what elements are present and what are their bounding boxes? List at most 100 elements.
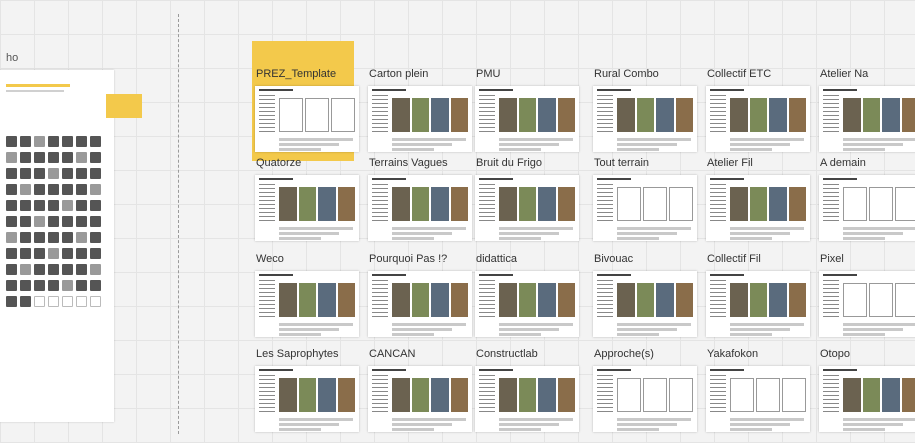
portrait-thumbnail [76, 152, 87, 163]
project-slide-thumbnail[interactable] [706, 271, 810, 337]
slide-title-line [479, 89, 513, 91]
project-slide-thumbnail[interactable] [819, 86, 915, 152]
photo-frame [895, 187, 915, 221]
photo-frame [411, 187, 429, 221]
photo-frame [518, 187, 536, 221]
project-slide-thumbnail[interactable] [706, 86, 810, 152]
project-slide-thumbnail[interactable] [368, 175, 472, 241]
photo-frame [499, 283, 517, 317]
project-slide-thumbnail[interactable] [475, 271, 579, 337]
board-divider [178, 14, 179, 434]
portrait-thumbnail [90, 296, 101, 307]
project-slide-thumbnail[interactable] [593, 175, 697, 241]
slide-title-line [823, 89, 857, 91]
left-board-heading [6, 84, 70, 87]
project-name: PREZ_Template [256, 68, 337, 80]
project-slide-thumbnail[interactable] [706, 175, 810, 241]
photo-frame [499, 187, 517, 221]
slide-photos [499, 283, 575, 317]
slide-photos [392, 378, 468, 412]
photo-frame [450, 283, 468, 317]
project-slide-thumbnail[interactable] [368, 271, 472, 337]
project-name: Yakafokon [707, 348, 759, 360]
project-slide-thumbnail[interactable] [819, 271, 915, 337]
slide-title-line [372, 178, 406, 180]
left-board-frame[interactable] [0, 70, 114, 422]
portrait-thumbnail [90, 264, 101, 275]
project-name: Les Saprophytes [256, 348, 339, 360]
slide-caption-line [843, 148, 885, 151]
slide-caption-line [730, 323, 804, 326]
photo-frame [617, 187, 641, 221]
photo-frame [518, 283, 536, 317]
slide-photos [279, 283, 355, 317]
portrait-thumbnail [6, 136, 17, 147]
slide-caption-line [730, 227, 804, 230]
photo-frame [862, 98, 880, 132]
slide-caption-line [279, 428, 321, 431]
slide-title-line [710, 274, 744, 276]
portrait-thumbnail [48, 184, 59, 195]
photo-frame [788, 283, 806, 317]
portrait-thumbnail [62, 216, 73, 227]
project-slide-thumbnail[interactable] [706, 366, 810, 432]
photo-frame [538, 283, 556, 317]
project-slide-thumbnail[interactable] [255, 271, 359, 337]
slide-photos [617, 98, 693, 132]
project-slide-thumbnail[interactable] [475, 175, 579, 241]
slide-caption-line [617, 148, 659, 151]
slide-caption-line [617, 418, 691, 421]
photo-frame [769, 283, 787, 317]
slide-caption-line [730, 333, 772, 336]
portrait-thumbnail [62, 248, 73, 259]
sticky-note[interactable] [106, 94, 142, 118]
slide-text-block [259, 184, 275, 222]
project-slide-thumbnail[interactable] [475, 86, 579, 152]
photo-frame [431, 378, 449, 412]
slide-caption-line [499, 138, 573, 141]
project-slide-thumbnail[interactable] [593, 271, 697, 337]
portrait-thumbnail [20, 184, 31, 195]
photo-frame [337, 283, 355, 317]
project-slide-thumbnail[interactable] [819, 175, 915, 241]
project-slide-thumbnail[interactable] [593, 86, 697, 152]
slide-text-block [372, 375, 388, 413]
photo-frame [730, 378, 754, 412]
slide-photos [843, 187, 915, 221]
portrait-thumbnail [34, 264, 45, 275]
portrait-thumbnail [76, 184, 87, 195]
portrait-thumbnail [20, 232, 31, 243]
slide-text-block [597, 375, 613, 413]
photo-frame [617, 283, 635, 317]
project-slide-thumbnail[interactable] [475, 366, 579, 432]
project-slide-thumbnail[interactable] [368, 86, 472, 152]
photo-frame [882, 98, 900, 132]
slide-caption-line [279, 148, 321, 151]
photo-frame [769, 98, 787, 132]
slide-caption-line [279, 227, 353, 230]
portrait-thumbnail [90, 216, 101, 227]
slide-photos [392, 283, 468, 317]
project-slide-thumbnail[interactable] [255, 366, 359, 432]
project-name: Pixel [820, 253, 844, 265]
photo-frame [298, 187, 316, 221]
slide-title-line [597, 369, 631, 371]
photo-frame [538, 378, 556, 412]
project-slide-thumbnail[interactable] [368, 366, 472, 432]
project-name: Bruit du Frigo [476, 157, 543, 169]
project-name: Atelier Na [820, 68, 869, 80]
slide-caption-line [617, 227, 691, 230]
slide-caption-line [730, 237, 772, 240]
slide-title-line [823, 274, 857, 276]
project-slide-thumbnail[interactable] [593, 366, 697, 432]
project-slide-thumbnail[interactable] [255, 175, 359, 241]
slide-text-block [823, 280, 839, 318]
project-slide-thumbnail[interactable] [255, 86, 359, 152]
portrait-thumbnail [20, 264, 31, 275]
portrait-thumbnail [62, 152, 73, 163]
project-slide-thumbnail[interactable] [819, 366, 915, 432]
slide-title-line [710, 369, 744, 371]
photo-frame [318, 283, 336, 317]
photo-frame [882, 378, 900, 412]
slide-caption-line [843, 428, 885, 431]
